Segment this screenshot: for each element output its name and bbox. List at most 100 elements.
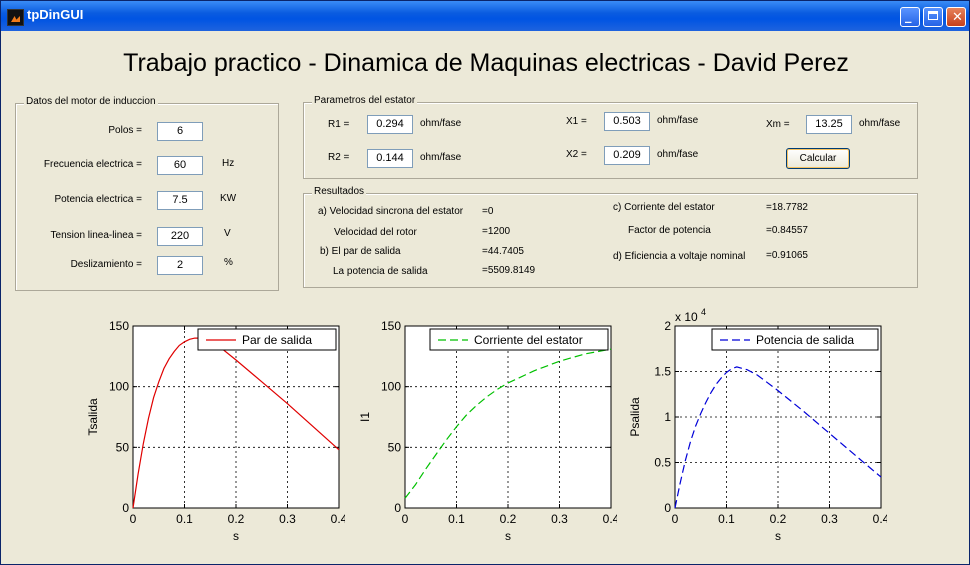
xm-unit: ohm/fase	[859, 118, 901, 129]
x-tick-label: 0.1	[448, 512, 465, 526]
vel-rotor-value: =1200	[482, 226, 511, 237]
legend-label: Corriente del estator	[474, 333, 583, 347]
deslizamiento-input[interactable]: 2	[157, 256, 203, 275]
deslizamiento-unit: %	[224, 257, 233, 268]
y-tick-label: 0.5	[654, 456, 671, 470]
x1-label: X1 =	[566, 116, 587, 127]
y-tick-label: 50	[116, 440, 130, 454]
x-tick-label: 0.3	[279, 512, 296, 526]
x1-unit: ohm/fase	[657, 115, 699, 126]
axis-exponent-base: x 10	[675, 310, 698, 324]
x-tick-label: 0	[672, 512, 679, 526]
x2-label: X2 =	[566, 149, 587, 160]
vel-sinc-value: =0	[482, 206, 494, 217]
current-plot[interactable]: 0 0.1 0.2 0.3 0.4 0 50 100 150 s I1 Corriente del e…	[347, 306, 617, 546]
title-bar[interactable]: tpDinGUI _ ✕	[1, 1, 969, 31]
minimize-button[interactable]: _	[900, 7, 920, 27]
x-tick-label: 0.1	[176, 512, 193, 526]
r2-label: R2 =	[328, 152, 350, 163]
x-tick-label: 0	[402, 512, 409, 526]
resultados-panel-title: Resultados	[312, 186, 367, 197]
y-axis-label: Psalida	[628, 397, 642, 437]
figure-area: Trabajo practico - Dinamica de Maquinas …	[5, 31, 967, 562]
efic-value: =0.91065	[766, 250, 808, 261]
y-tick-label: 1.5	[654, 365, 671, 379]
pot-label: La potencia de salida	[333, 266, 428, 277]
calcular-button[interactable]: Calcular	[786, 148, 850, 169]
x2-unit: ohm/fase	[657, 149, 699, 160]
r1-label: R1 =	[328, 119, 350, 130]
power-plot[interactable]: 0 0.1 0.2 0.3 0.4 0 0.5 1 1.5 2 s Psalida x 10 4 Poten…	[617, 306, 887, 546]
y-tick-label: 50	[388, 440, 402, 454]
y-axis-label: Tsalida	[86, 398, 100, 436]
y-tick-label: 100	[109, 380, 129, 394]
axis-exponent: 4	[701, 307, 706, 317]
x-tick-label: 0.2	[228, 512, 245, 526]
corr-label: c) Corriente del estator	[613, 202, 715, 213]
x-tick-label: 0.2	[500, 512, 517, 526]
y-tick-label: 150	[381, 319, 401, 333]
deslizamiento-label: Deslizamiento =	[70, 259, 142, 270]
x-axis-label: s	[505, 529, 511, 543]
legend-label: Potencia de salida	[756, 333, 854, 347]
r2-unit: ohm/fase	[420, 152, 462, 163]
x2-input[interactable]: 0.209	[604, 146, 650, 165]
tension-unit: V	[224, 228, 231, 239]
estator-panel: Parametros del estator R1 = 0.294 ohm/fa…	[303, 95, 918, 179]
frecuencia-unit: Hz	[222, 158, 235, 169]
x-tick-label: 0.4	[331, 512, 345, 526]
y-axis-label: I1	[358, 412, 372, 422]
frecuencia-input[interactable]: 60	[157, 156, 203, 175]
pot-value: =5509.8149	[482, 265, 536, 276]
x-tick-label: 0.2	[770, 512, 787, 526]
r2-input[interactable]: 0.144	[367, 149, 413, 168]
x-tick-label: 0.4	[873, 512, 887, 526]
motor-panel-title: Datos del motor de induccion	[24, 96, 158, 107]
x-tick-label: 0	[130, 512, 137, 526]
frecuencia-label: Frecuencia electrica =	[43, 159, 142, 170]
y-tick-label: 100	[381, 380, 401, 394]
vel-rotor-label: Velocidad del rotor	[334, 227, 417, 238]
maximize-button[interactable]	[923, 7, 943, 27]
polos-label: Polos =	[108, 125, 142, 136]
x-axis-label: s	[775, 529, 781, 543]
par-label: b) El par de salida	[320, 246, 401, 257]
y-tick-label: 1	[664, 410, 671, 424]
polos-input[interactable]: 6	[157, 122, 203, 141]
x-axis-label: s	[233, 529, 239, 543]
close-button[interactable]: ✕	[946, 7, 966, 27]
minimize-icon: _	[905, 9, 912, 24]
r1-input[interactable]: 0.294	[367, 115, 413, 134]
maximize-icon	[928, 11, 938, 20]
par-value: =44.7405	[482, 246, 524, 257]
xm-input[interactable]: 13.25	[806, 115, 852, 134]
x-tick-label: 0.1	[718, 512, 735, 526]
window-title: tpDinGUI	[27, 7, 84, 22]
x-tick-label: 0.4	[603, 512, 617, 526]
torque-plot[interactable]: 0 0.1 0.2 0.3 0.4 0 50 100 150 s Tsalida Par de sal…	[75, 306, 345, 546]
page-title: Trabajo practico - Dinamica de Maquinas …	[123, 49, 849, 77]
y-tick-label: 0	[664, 501, 671, 515]
x1-input[interactable]: 0.503	[604, 112, 650, 131]
r1-unit: ohm/fase	[420, 118, 462, 129]
y-tick-label: 0	[394, 501, 401, 515]
motor-panel: Datos del motor de induccion Polos = 6 F…	[15, 96, 279, 291]
matlab-icon	[7, 9, 24, 26]
y-tick-label: 150	[109, 319, 129, 333]
y-tick-label: 2	[664, 319, 671, 333]
potencia-input[interactable]: 7.5	[157, 191, 203, 210]
fp-value: =0.84557	[766, 225, 808, 236]
corr-value: =18.7782	[766, 202, 808, 213]
close-icon: ✕	[952, 10, 963, 25]
resultados-panel: Resultados a) Velocidad sincrona del est…	[303, 186, 918, 288]
tension-input[interactable]: 220	[157, 227, 203, 246]
xm-label: Xm =	[766, 119, 790, 130]
app-window: tpDinGUI _ ✕ Trabajo practico - Dinamica…	[0, 0, 970, 565]
y-tick-label: 0	[122, 501, 129, 515]
x-tick-label: 0.3	[551, 512, 568, 526]
vel-sinc-label: a) Velocidad sincrona del estator	[318, 206, 464, 217]
efic-label: d) Eficiencia a voltaje nominal	[613, 251, 746, 262]
legend-label: Par de salida	[242, 333, 312, 347]
potencia-label: Potencia electrica =	[54, 194, 142, 205]
potencia-unit: KW	[220, 193, 237, 204]
